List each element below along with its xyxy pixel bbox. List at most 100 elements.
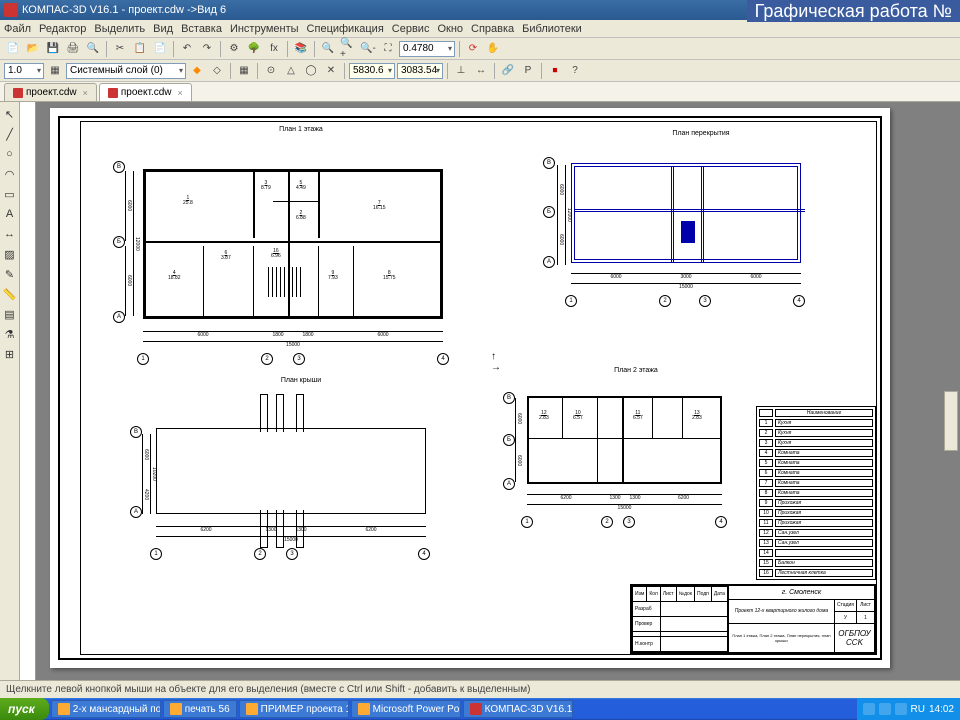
menu-service[interactable]: Сервис [392, 23, 430, 35]
circle-icon[interactable]: ○ [1, 145, 19, 163]
tab-1[interactable]: проект.cdw× [99, 83, 192, 101]
open-icon[interactable]: 📂 [24, 40, 42, 58]
dim-tool-icon[interactable]: ↔ [1, 225, 19, 243]
page-indicator[interactable] [944, 391, 958, 451]
task-3[interactable]: Microsoft Power Point ... [351, 700, 461, 718]
close-icon[interactable]: × [178, 88, 183, 98]
doc-icon [108, 88, 118, 98]
plan2-drawing: План 2 этажа В Б А 6000 6000 [511, 367, 761, 548]
title-block: ИзмКолЛист№докПодпДата Разраб Провер Н.к… [630, 584, 876, 654]
assoc-icon[interactable]: 🔗 [499, 62, 517, 80]
redo-icon[interactable]: ↷ [198, 40, 216, 58]
lib-icon[interactable]: 📚 [292, 40, 310, 58]
views-icon[interactable]: ⊞ [1, 345, 19, 363]
new-icon[interactable]: 📄 [4, 40, 22, 58]
snap-mid-icon[interactable]: △ [282, 62, 300, 80]
props-icon[interactable]: ⚙ [225, 40, 243, 58]
coord-y[interactable]: 3083.54 [397, 63, 443, 79]
task-icon [470, 703, 482, 715]
stop-icon[interactable]: ⏹ [546, 62, 564, 80]
kompas-window: КОМПАС-3D V16.1 - проект.cdw ->Вид 6 Фай… [0, 0, 960, 698]
ceiling-drawing: План перекрытия В Б А 6000 6000 12000 [551, 130, 851, 315]
state-icon[interactable]: ◆ [188, 62, 206, 80]
dim-icon[interactable]: ↔ [472, 62, 490, 80]
menu-spec[interactable]: Спецификация [307, 23, 384, 35]
refresh-icon[interactable]: ⟳ [464, 40, 482, 58]
tray-icon[interactable] [863, 703, 875, 715]
ortho-icon[interactable]: ⊥ [452, 62, 470, 80]
save-icon[interactable]: 💾 [44, 40, 62, 58]
slide-banner: Графическая работа № [747, 0, 960, 22]
canvas[interactable]: План 1 этажа В Б А 6000 6000 12000 [20, 102, 960, 680]
zoom-window-icon[interactable]: 🔍 [319, 40, 337, 58]
copy-icon[interactable]: 📋 [131, 40, 149, 58]
clock[interactable]: 14:02 [929, 704, 954, 715]
menu-libs[interactable]: Библиотеки [522, 23, 582, 35]
doc-icon [13, 88, 23, 98]
cut-icon[interactable]: ✂ [111, 40, 129, 58]
zoom-combo[interactable]: 0.4780 [399, 41, 455, 57]
state2-icon[interactable]: ◇ [208, 62, 226, 80]
zoom-in-icon[interactable]: 🔍+ [339, 40, 357, 58]
system-tray: RU 14:02 [857, 698, 960, 720]
toolbox: ↖ ╱ ○ ◠ ▭ A ↔ ▨ ✎ 📏 ▤ ⚗ ⊞ [0, 102, 20, 680]
menu-file[interactable]: Файл [4, 23, 31, 35]
menu-insert[interactable]: Вставка [181, 23, 222, 35]
paste-icon[interactable]: 📄 [151, 40, 169, 58]
arrow-icon[interactable]: ↖ [1, 105, 19, 123]
menu-select[interactable]: Выделить [94, 23, 145, 35]
help-icon[interactable]: ? [566, 62, 584, 80]
layer-icon[interactable]: ▦ [46, 62, 64, 80]
scale-combo[interactable]: 1.0 [4, 63, 44, 79]
roof-drawing: План крыши В А 6000 4200 10200 [136, 377, 466, 582]
close-icon[interactable]: × [83, 88, 88, 98]
spec-icon[interactable]: ▤ [1, 305, 19, 323]
task-1[interactable]: печать 56 [163, 700, 237, 718]
hatch-icon[interactable]: ▨ [1, 245, 19, 263]
vars-icon[interactable]: fx [265, 40, 283, 58]
params-icon[interactable]: ⚗ [1, 325, 19, 343]
layer-combo[interactable]: Системный слой (0) [66, 63, 186, 79]
edit-icon[interactable]: ✎ [1, 265, 19, 283]
tab-0[interactable]: проект.cdw× [4, 83, 97, 101]
rect-icon[interactable]: ▭ [1, 185, 19, 203]
menu-view[interactable]: Вид [153, 23, 173, 35]
pan-icon[interactable]: ✋ [484, 40, 502, 58]
task-4[interactable]: КОМПАС-3D V16.1 ... [463, 700, 573, 718]
start-button[interactable]: пуск [0, 698, 49, 720]
menu-window[interactable]: Окно [437, 23, 463, 35]
undo-icon[interactable]: ↶ [178, 40, 196, 58]
taskbar: пуск 2-х мансардный по... печать 56 ПРИМ… [0, 698, 960, 720]
tray-icon[interactable] [879, 703, 891, 715]
task-icon [358, 703, 370, 715]
app-icon [4, 3, 18, 17]
print-icon[interactable]: 🖨 [64, 40, 82, 58]
ruler-vertical [20, 102, 36, 680]
grid-icon[interactable]: ▦ [235, 62, 253, 80]
zoom-out-icon[interactable]: 🔍- [359, 40, 377, 58]
toolbar-main: 📄 📂 💾 🖨 🔍 ✂ 📋 📄 ↶ ↷ ⚙ 🌳 fx 📚 🔍 🔍+ 🔍- ⛶ 0… [0, 38, 960, 60]
zoom-fit-icon[interactable]: ⛶ [379, 40, 397, 58]
drawing-sheet: План 1 этажа В Б А 6000 6000 12000 [50, 108, 890, 668]
doc-tabs: проект.cdw× проект.cdw× [0, 82, 960, 102]
lang-indicator[interactable]: RU [911, 704, 925, 715]
snap-end-icon[interactable]: ⊙ [262, 62, 280, 80]
line-icon[interactable]: ╱ [1, 125, 19, 143]
snap-int-icon[interactable]: ✕ [322, 62, 340, 80]
tray-icon[interactable] [895, 703, 907, 715]
arc-icon[interactable]: ◠ [1, 165, 19, 183]
param-icon[interactable]: P [519, 62, 537, 80]
work-area: ↖ ╱ ○ ◠ ▭ A ↔ ▨ ✎ 📏 ▤ ⚗ ⊞ План 1 [0, 102, 960, 680]
task-0[interactable]: 2-х мансардный по... [51, 700, 161, 718]
toolbar-view: 1.0 ▦ Системный слой (0) ◆ ◇ ▦ ⊙ △ ◯ ✕ 5… [0, 60, 960, 82]
tree-icon[interactable]: 🌳 [245, 40, 263, 58]
task-2[interactable]: ПРИМЕР проекта 12-... [239, 700, 349, 718]
measure-icon[interactable]: 📏 [1, 285, 19, 303]
text-icon[interactable]: A [1, 205, 19, 223]
menu-help[interactable]: Справка [471, 23, 514, 35]
snap-cen-icon[interactable]: ◯ [302, 62, 320, 80]
menu-tools[interactable]: Инструменты [230, 23, 299, 35]
coord-x[interactable]: 5830.6 [349, 63, 395, 79]
menu-edit[interactable]: Редактор [39, 23, 86, 35]
preview-icon[interactable]: 🔍 [84, 40, 102, 58]
